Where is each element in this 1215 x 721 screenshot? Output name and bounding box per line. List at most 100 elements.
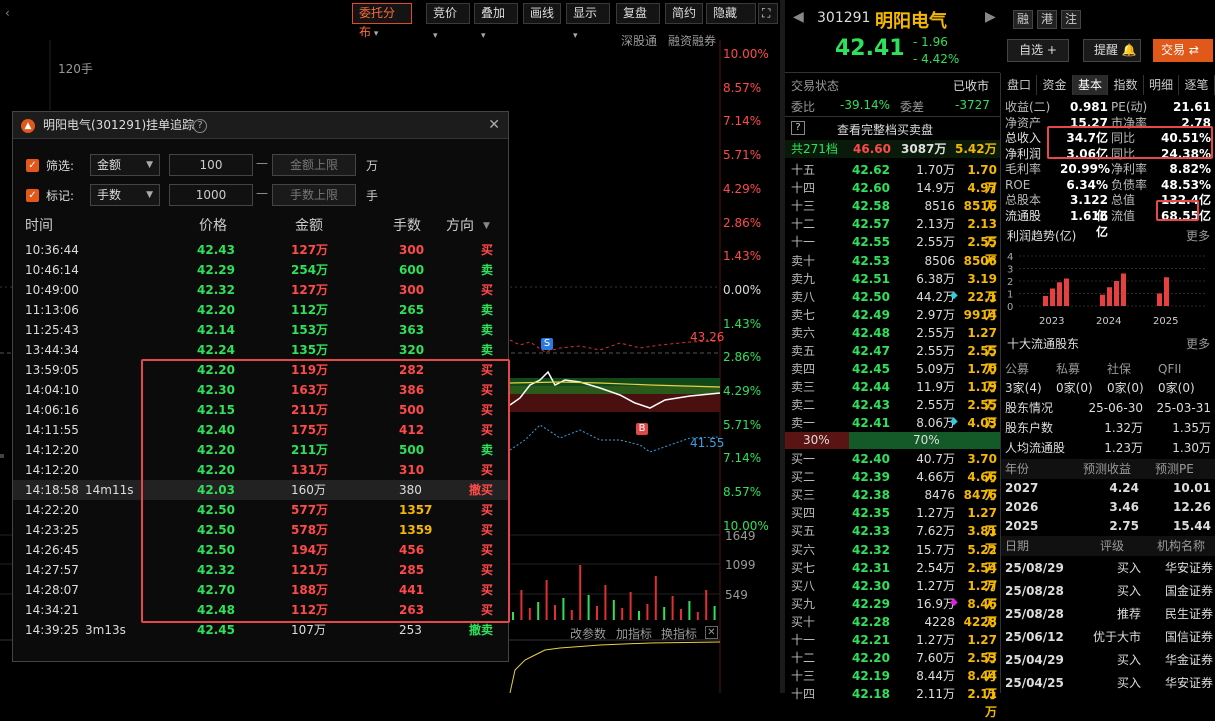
bid-level[interactable]: 十四 42.18 2.11万 2.11万 bbox=[785, 685, 1000, 719]
mark-max-input[interactable]: 手数上限 bbox=[272, 184, 356, 206]
add-indicator-link[interactable]: 加指标 bbox=[616, 625, 652, 642]
level-volume: 44.2万 bbox=[916, 289, 955, 304]
table-row[interactable]: 13:44:34 42.24 135万 320 卖 bbox=[13, 340, 508, 360]
trade-button[interactable]: 交易 ⇄ bbox=[1153, 39, 1213, 62]
bid-level[interactable]: 买四 42.35 1.27万 1.27万 bbox=[785, 504, 1000, 538]
ask-level[interactable]: 卖二 42.43 2.55万 2.55万 bbox=[785, 396, 1000, 430]
ask-level[interactable]: 卖五 42.47 2.55万 2.55万 bbox=[785, 342, 1000, 376]
ask-level[interactable]: 卖十 42.53 8506 8506 bbox=[785, 252, 1000, 270]
metric-label: PE(动) bbox=[1111, 100, 1148, 114]
trade-icon: ⇄ bbox=[1188, 43, 1199, 57]
next-stock-icon[interactable]: ▶ bbox=[985, 9, 996, 25]
switch-indicator-link[interactable]: 换指标 bbox=[661, 625, 697, 642]
ask-level[interactable]: 卖七 42.49 2.97万 9914 bbox=[785, 306, 1000, 324]
chevron-down-icon[interactable]: ▼ bbox=[483, 216, 490, 236]
bid-level[interactable]: 买十 42.28 4228 4228 bbox=[785, 613, 1000, 631]
table-row[interactable]: 11:25:43 42.14 153万 363 卖 bbox=[13, 320, 508, 340]
metric-label: 净利率 bbox=[1111, 162, 1148, 176]
ask-level[interactable]: 卖八 42.50 44.2万 ◆ 22.1万 bbox=[785, 288, 1000, 322]
volume-bar bbox=[587, 595, 590, 620]
row-price: 42.20 bbox=[197, 303, 235, 317]
close-icon[interactable]: ✕ bbox=[488, 112, 500, 139]
mark-field-select[interactable]: 手数 ▼ bbox=[90, 184, 160, 206]
ask-level[interactable]: 十四 42.60 14.9万 4.97万 bbox=[785, 179, 1000, 213]
ask-level[interactable]: 卖六 42.48 2.55万 1.27万 bbox=[785, 324, 1000, 358]
close-indicator-icon[interactable]: ✕ bbox=[705, 626, 718, 639]
table-row[interactable]: 10:49:00 42.32 127万 300 买 bbox=[13, 280, 508, 300]
bid-level[interactable]: 十三 42.19 8.44万 8.44万 bbox=[785, 667, 1000, 701]
trade-label: 交易 bbox=[1161, 43, 1186, 57]
holder-count: 3家(4) bbox=[1005, 381, 1042, 395]
level-volume: 14.9万 bbox=[916, 181, 955, 196]
table-row[interactable]: 10:36:44 42.43 127万 300 买 bbox=[13, 240, 508, 260]
bid-level[interactable]: 十二 42.20 7.60万 2.53万 bbox=[785, 649, 1000, 683]
sell-marker[interactable]: S bbox=[541, 338, 553, 350]
col-amount[interactable]: 金额 bbox=[295, 216, 323, 236]
profit-year-label: 2025 bbox=[1153, 316, 1178, 327]
level-price: 42.28 bbox=[852, 614, 890, 629]
col-direction[interactable]: 方向 bbox=[446, 216, 474, 236]
holder-count: 0家(0) bbox=[1107, 381, 1144, 395]
bid-level[interactable]: 买七 42.31 2.54万 2.54万 bbox=[785, 559, 1000, 593]
ask-level[interactable]: 卖三 42.44 11.9万 1.19万 bbox=[785, 378, 1000, 412]
col-time[interactable]: 时间 bbox=[25, 216, 53, 236]
bid-level[interactable]: 买一 42.40 40.7万 3.70万 bbox=[785, 450, 1000, 484]
mark-min-input[interactable]: 1000 bbox=[169, 184, 253, 206]
vol-tick-2: 1099 bbox=[725, 558, 756, 572]
tab-4[interactable]: 明细 bbox=[1144, 75, 1179, 95]
metric-label: 流通股 bbox=[1005, 208, 1042, 223]
table-row[interactable]: 14:39:25 3m13s 42.45 107万 253 撤卖 bbox=[13, 620, 508, 640]
row-amount: 135万 bbox=[291, 343, 329, 357]
ask-level[interactable]: 十一 42.55 2.55万 2.55万 bbox=[785, 233, 1000, 267]
bid-level[interactable]: 买五 42.33 7.62万 3.81万 bbox=[785, 522, 1000, 556]
col-price[interactable]: 价格 bbox=[199, 216, 227, 236]
filter-checkbox[interactable]: ✓ bbox=[26, 159, 39, 172]
holders-more-link[interactable]: 更多 bbox=[1186, 335, 1210, 352]
ask-level[interactable]: 十二 42.57 2.13万 2.13万 bbox=[785, 215, 1000, 249]
filter-min-input[interactable]: 100 bbox=[169, 154, 253, 176]
row-direction: 买 bbox=[481, 283, 494, 297]
ask-level[interactable]: 十三 42.58 8516 8516 bbox=[785, 197, 1000, 215]
bid-level[interactable]: 买三 42.38 8476 8476 bbox=[785, 486, 1000, 504]
mark-checkbox[interactable]: ✓ bbox=[26, 189, 39, 202]
metric-label: 毛利率 bbox=[1005, 162, 1042, 176]
bid-level[interactable]: 买八 42.30 1.27万 1.27万 bbox=[785, 577, 1000, 611]
prev-stock-icon[interactable]: ◀ bbox=[793, 9, 804, 25]
col-lots[interactable]: 手数 bbox=[393, 216, 421, 236]
profit-bar bbox=[1164, 277, 1169, 306]
table-row[interactable]: 11:13:06 42.20 112万 265 卖 bbox=[13, 300, 508, 320]
bid-level[interactable]: 买六 42.32 15.7万 5.22万 bbox=[785, 541, 1000, 575]
stock-tag[interactable]: 注 bbox=[1061, 10, 1081, 29]
stock-tag[interactable]: 港 bbox=[1037, 10, 1057, 29]
stock-tag[interactable]: 融 bbox=[1013, 10, 1033, 29]
level-amount: 2.11万 bbox=[967, 687, 997, 720]
bid-level[interactable]: 买九 42.29 16.9万 ◆ 8.46万 bbox=[785, 595, 1000, 629]
full-book-link[interactable]: 查看完整档买卖盘 bbox=[837, 121, 933, 138]
bid-level[interactable]: 买二 42.39 4.66万 4.66万 bbox=[785, 468, 1000, 502]
ask-level[interactable]: 卖四 42.45 5.09万 1.70万 bbox=[785, 360, 1000, 394]
filter-field-select[interactable]: 金额 ▼ bbox=[90, 154, 160, 176]
tab-5[interactable]: 逐笔 bbox=[1180, 75, 1215, 95]
edit-params-link[interactable]: 改参数 bbox=[570, 625, 606, 642]
help-icon[interactable]: ? bbox=[791, 121, 805, 135]
tab-2[interactable]: 基本 bbox=[1073, 75, 1108, 95]
tab-0[interactable]: 盘口 bbox=[1002, 75, 1037, 95]
table-row[interactable]: 10:46:14 42.29 254万 600 卖 bbox=[13, 260, 508, 280]
tab-3[interactable]: 指数 bbox=[1109, 75, 1144, 95]
filter-max-input[interactable]: 金额上限 bbox=[272, 154, 356, 176]
add-watchlist-button[interactable]: 自选 + bbox=[1007, 39, 1069, 62]
intraday-chart[interactable]: 委托分布 ▾ 竞价 ▾ 叠加 ▾ 画线 显示 ▾ 复盘 简约 隐藏 ⛶ ‹ 深股通 融资融券 12… bbox=[0, 0, 780, 693]
ask-level[interactable]: 卖九 42.51 6.38万 3.19万 bbox=[785, 270, 1000, 304]
profit-more-link[interactable]: 更多 bbox=[1186, 227, 1210, 244]
alert-button[interactable]: 提醒 🔔 bbox=[1083, 39, 1141, 62]
level-volume: 4.66万 bbox=[916, 470, 955, 485]
help-icon[interactable]: ? bbox=[193, 119, 207, 133]
buy-marker[interactable]: B bbox=[636, 423, 648, 435]
rating-institution: 华安证券 bbox=[1164, 561, 1213, 575]
bid-level[interactable]: 十一 42.21 1.27万 1.27万 bbox=[785, 631, 1000, 665]
ask-level[interactable]: 十五 42.62 1.70万 1.70万 bbox=[785, 161, 1000, 195]
forecast-eps: 2.75 bbox=[1109, 519, 1139, 533]
level-volume: 1.70万 bbox=[916, 163, 955, 177]
tab-1[interactable]: 资金 bbox=[1038, 75, 1073, 95]
ask-level[interactable]: 卖一42.418.06万◆4.03万 bbox=[785, 414, 1000, 448]
